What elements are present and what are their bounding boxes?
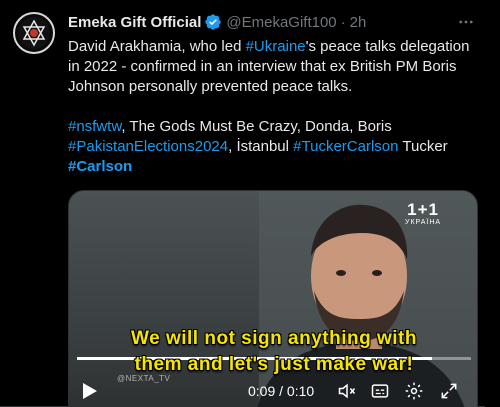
- hashtag-link[interactable]: #nsfwtw: [68, 118, 121, 135]
- channel-logo-subtext: УКРАЇНА: [405, 219, 442, 226]
- avatar[interactable]: [13, 12, 55, 54]
- channel-logo-text: 1+1: [407, 200, 439, 219]
- volume-muted-icon[interactable]: [337, 381, 357, 401]
- tweet-paragraph-2: #nsfwtw, The Gods Must Be Crazy, Donda, …: [68, 117, 478, 177]
- video-player[interactable]: 1+1 УКРАЇНА We will not sign anything wi…: [68, 190, 478, 407]
- subtitle-line-2: them and let's just make war!: [134, 354, 414, 375]
- more-icon[interactable]: [455, 12, 477, 32]
- tweet-text-segment: , İstanbul: [228, 138, 294, 155]
- fullscreen-icon[interactable]: [439, 381, 459, 401]
- video-controls: 0:09 / 0:10: [69, 379, 477, 403]
- tweet-text-segment: David Arakhamia, who led: [68, 38, 246, 55]
- tweet-time[interactable]: 2h: [350, 14, 367, 31]
- verified-badge-icon: [204, 13, 222, 31]
- tweet[interactable]: Emeka Gift Official @EmekaGift100 · 2h D…: [0, 0, 485, 407]
- hashtag-link[interactable]: #PakistanElections2024: [68, 138, 228, 155]
- tweet-text-segment: Tucker: [398, 138, 448, 155]
- captions-icon[interactable]: [370, 381, 390, 401]
- channel-logo: 1+1 УКРАЇНА: [405, 200, 442, 227]
- hashtag-link[interactable]: #Carlson: [68, 158, 132, 175]
- author-name[interactable]: Emeka Gift Official: [68, 14, 201, 31]
- tweet-header: Emeka Gift Official @EmekaGift100 · 2h: [68, 13, 366, 31]
- play-icon[interactable]: [82, 382, 98, 400]
- tweet-paragraph-1: David Arakhamia, who led #Ukraine's peac…: [68, 37, 478, 97]
- tweet-text: David Arakhamia, who led #Ukraine's peac…: [68, 37, 478, 197]
- settings-icon[interactable]: [404, 381, 424, 401]
- avatar-star-icon: [18, 17, 50, 49]
- author-handle[interactable]: @EmekaGift100: [226, 14, 336, 31]
- hashtag-link[interactable]: #TuckerCarlson: [293, 138, 398, 155]
- separator: ·: [340, 13, 346, 31]
- video-timestamp: 0:09 / 0:10: [248, 383, 315, 399]
- tweet-text-segment: , The Gods Must Be Crazy, Donda, Boris: [121, 118, 392, 135]
- subtitle-line-1: We will not sign anything with: [131, 328, 417, 349]
- hashtag-link[interactable]: #Ukraine: [246, 38, 306, 55]
